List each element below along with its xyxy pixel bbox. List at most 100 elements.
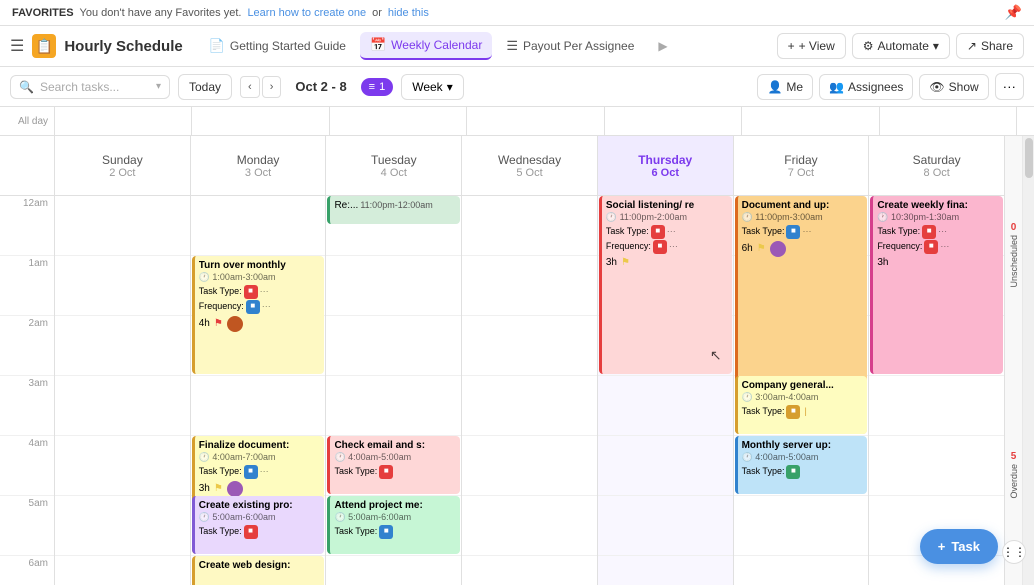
automate-button[interactable]: ⚙ Automate ▾ <box>852 33 950 59</box>
learn-link[interactable]: Learn how to create one <box>247 7 366 19</box>
day-num-sat: 8 Oct <box>924 167 950 179</box>
hour-row <box>462 196 597 256</box>
overdue-label[interactable]: Overdue <box>1009 464 1019 499</box>
tab-getting-started[interactable]: 📄 Getting Started Guide <box>199 32 356 60</box>
task-badge: ■ <box>651 225 665 239</box>
hour-row <box>462 376 597 436</box>
task-title: Create weekly fina: <box>877 199 999 212</box>
task-type-row: Task Type: ■ ··· <box>606 225 728 239</box>
task-badge: ■ <box>244 465 258 479</box>
scroll-thumb[interactable] <box>1025 138 1033 178</box>
flag-icon: ⚑ <box>757 242 766 255</box>
day-col-sun: Sunday 2 Oct <box>55 136 191 585</box>
show-button[interactable]: 👁 Show <box>919 74 988 100</box>
task-create-web-design[interactable]: Create web design: <box>192 556 325 585</box>
unscheduled-label[interactable]: Unscheduled <box>1009 235 1019 288</box>
frequency-row: Frequency: ■ ··· <box>199 300 321 314</box>
scrollbar[interactable] <box>1022 136 1034 585</box>
day-num-thu: 6 Oct <box>651 167 679 179</box>
task-check-email[interactable]: Check email and s: 🕐 4:00am-5:00am Task … <box>327 436 460 494</box>
hour-row <box>598 436 733 496</box>
task-create-weekly-fina[interactable]: Create weekly fina: 🕐 10:30pm-1:30am Tas… <box>870 196 1003 374</box>
task-title: Company general... <box>742 379 864 392</box>
task-re[interactable]: Re:... 11:00pm-12:00am <box>327 196 460 224</box>
day-header-sat: Saturday 8 Oct <box>869 136 1004 196</box>
filter-badge[interactable]: ≡ 1 <box>361 78 394 96</box>
days-grid: Sunday 2 Oct Monday 3 Oct <box>55 136 1004 585</box>
task-title: Create existing pro: <box>199 499 321 512</box>
day-num-sun: 2 Oct <box>109 167 135 179</box>
today-button[interactable]: Today <box>178 74 232 100</box>
tab-weekly-calendar[interactable]: 📅 Weekly Calendar <box>360 32 492 60</box>
hour-row <box>191 196 326 256</box>
day-slots-tue: Re:... 11:00pm-12:00am Check email and s… <box>326 196 461 585</box>
prev-arrow[interactable]: ‹ <box>240 76 260 98</box>
view-button[interactable]: + + View <box>777 33 846 59</box>
hour-row <box>55 376 190 436</box>
hour-row <box>734 496 869 556</box>
toolbar: 🔍 Search tasks... ▾ Today ‹ › Oct 2 - 8 … <box>0 67 1034 107</box>
task-create-existing[interactable]: Create existing pro: 🕐 5:00am-6:00am Tas… <box>192 496 325 554</box>
add-task-fab[interactable]: + Task <box>920 529 998 564</box>
automate-dropdown-icon: ▾ <box>933 39 939 53</box>
task-time: 🕐 3:00am-4:00am <box>742 392 864 404</box>
day-slots-sat: Create weekly fina: 🕐 10:30pm-1:30am Tas… <box>869 196 1004 585</box>
task-monthly-server[interactable]: Monthly server up: 🕐 4:00am-5:00am Task … <box>735 436 868 494</box>
favorites-bar: FAVORITES You don't have any Favorites y… <box>0 0 1034 26</box>
hamburger-button[interactable]: ☰ <box>10 36 24 56</box>
grid-dots-button[interactable]: ⋮⋮ <box>1002 540 1026 564</box>
person-icon: 👤 <box>767 80 782 94</box>
eye-icon: 👁 <box>929 80 944 94</box>
tab-payout[interactable]: ☰ Payout Per Assignee <box>496 32 644 60</box>
task-time: 🕐 10:30pm-1:30am <box>877 212 999 224</box>
day-num-mon: 3 Oct <box>245 167 271 179</box>
task-social-listening[interactable]: Social listening/ re 🕐 11:00pm-2:00am Ta… <box>599 196 732 374</box>
tab-add[interactable]: ▶ <box>648 32 677 60</box>
next-arrow[interactable]: › <box>262 76 282 98</box>
task-time: 🕐 11:00pm-2:00am <box>606 212 728 224</box>
overdue-count: 5 <box>1011 451 1017 462</box>
task-attend-project[interactable]: Attend project me: 🕐 5:00am-6:00am Task … <box>327 496 460 554</box>
hour-row <box>462 316 597 376</box>
unscheduled-section: 0 Unscheduled <box>1009 222 1019 288</box>
freq-row: Frequency: ■ ··· <box>606 240 728 254</box>
freq-row: Frequency: ■ ··· <box>877 240 999 254</box>
more-button[interactable]: ··· <box>995 73 1024 100</box>
week-selector[interactable]: Week ▾ <box>401 74 464 100</box>
task-title: Create web design: <box>199 559 321 572</box>
task-time: 🕐 5:00am-6:00am <box>334 512 456 524</box>
me-button[interactable]: 👤 Me <box>757 74 813 100</box>
time-3am: 3am <box>0 376 54 436</box>
hour-row <box>326 556 461 585</box>
day-num-fri: 7 Oct <box>788 167 814 179</box>
allday-cells <box>55 107 1016 135</box>
task-title: Social listening/ re <box>606 199 728 212</box>
avatar <box>227 316 243 332</box>
hour-row <box>598 376 733 436</box>
hour-row <box>326 316 461 376</box>
task-type-row: Task Type: ■ <box>199 525 321 539</box>
assignees-button[interactable]: 👥 Assignees <box>819 74 913 100</box>
calendar-main: 12am 1am 2am 3am 4am 5am 6am Sunday 2 Oc… <box>0 136 1034 585</box>
hour-row <box>869 436 1004 496</box>
task-type-row: Task Type: ■ ··· <box>199 285 321 299</box>
day-name-mon: Monday <box>237 153 280 167</box>
more-dots: ··· <box>802 226 811 238</box>
task-company-general[interactable]: Company general... 🕐 3:00am-4:00am Task … <box>735 376 868 434</box>
hide-link[interactable]: hide this <box>388 7 429 19</box>
app-title: Hourly Schedule <box>64 38 182 55</box>
task-type-row: Task Type: ■ <box>334 525 456 539</box>
day-col-sat: Saturday 8 Oct Create weekly fina: 🕐 10:… <box>869 136 1004 585</box>
hour-row <box>598 556 733 585</box>
search-box[interactable]: 🔍 Search tasks... ▾ <box>10 75 170 99</box>
day-header-thu: Thursday 6 Oct <box>598 136 733 196</box>
share-button[interactable]: ↗ Share <box>956 33 1024 59</box>
task-title: Turn over monthly <box>199 259 321 272</box>
task-turn-over-monthly[interactable]: Turn over monthly 🕐 1:00am-3:00am Task T… <box>192 256 325 374</box>
task-badge: ■ <box>786 225 800 239</box>
freq-badge: ■ <box>924 240 938 254</box>
time-6am: 6am <box>0 556 54 585</box>
line-indicator: | <box>804 406 806 418</box>
task-title: Finalize document: <box>199 439 321 452</box>
task-type-row: Task Type: ■ ··· <box>877 225 999 239</box>
